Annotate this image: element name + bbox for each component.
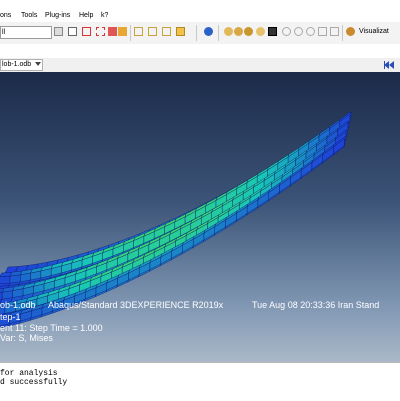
copy-viewport-icon[interactable] <box>68 27 77 36</box>
menu-bar: ons Tools Plug-ins Help k? <box>0 10 400 22</box>
select-region-icon[interactable] <box>96 27 105 36</box>
shaded-icon[interactable] <box>256 27 265 36</box>
menu-item-tools[interactable]: Tools <box>21 12 37 19</box>
mesh-element <box>0 275 11 285</box>
deformed-mesh-contour <box>0 111 353 329</box>
toolbar-separator <box>218 25 219 41</box>
viewport-info-step: tep-1 <box>0 312 21 322</box>
render-sphere-icon[interactable] <box>244 27 253 36</box>
whats-this-help-icon[interactable]: k? <box>101 12 108 19</box>
mesh-element <box>0 291 3 300</box>
zoom-icon[interactable] <box>318 27 327 36</box>
viewport-info-date: Tue Aug 08 20:33:36 Iran Stand <box>252 300 380 310</box>
jump-to-end-icon[interactable] <box>384 61 394 69</box>
redo-icon[interactable] <box>294 27 303 36</box>
combo-arrow-icon[interactable] <box>54 27 63 36</box>
chevron-down-icon[interactable] <box>35 62 41 66</box>
pan-icon[interactable] <box>306 27 315 36</box>
toolbar-separator <box>196 25 197 41</box>
menu-item-plugins[interactable]: Plug-ins <box>45 12 70 19</box>
render-sphere-icon[interactable] <box>234 27 243 36</box>
viewport-info-increment: ent 11: Step Time = 1.000 <box>0 323 103 333</box>
info-icon[interactable] <box>204 27 213 36</box>
module-combo[interactable]: ll <box>0 26 52 39</box>
toolbar-separator <box>342 25 343 41</box>
front-view-icon[interactable] <box>148 27 157 36</box>
box-view-icon[interactable] <box>118 27 127 36</box>
menu-item-help[interactable]: Help <box>79 12 93 19</box>
message-line: d successfully <box>0 378 68 387</box>
toolbar-separator <box>130 25 131 41</box>
query-icon[interactable] <box>108 27 117 36</box>
menu-item-options[interactable]: ons <box>0 12 11 19</box>
toolbar: ll Visualizat <box>0 22 400 45</box>
message-line: for analysis <box>0 369 58 378</box>
viewport-info-file: ob-1.odb <box>0 300 36 310</box>
render-sphere-icon[interactable] <box>224 27 233 36</box>
viewport-info-variable: Var: S, Mises <box>0 333 53 343</box>
viewport-info-solver: Abaqus/Standard 3DEXPERIENCE R2019x <box>48 300 224 310</box>
visualization-icon <box>346 27 355 36</box>
viewport-header <box>0 58 400 73</box>
tab-row <box>0 44 400 58</box>
viewport[interactable]: ob-1.odb Abaqus/Standard 3DEXPERIENCE R2… <box>0 72 400 362</box>
top-view-icon[interactable] <box>176 27 185 36</box>
fit-view-icon[interactable] <box>330 27 339 36</box>
message-area[interactable]: for analysis d successfully <box>0 362 400 401</box>
select-box-icon[interactable] <box>82 27 91 36</box>
visualization-module-label[interactable]: Visualizat <box>358 26 400 39</box>
iso-view-icon[interactable] <box>134 27 143 36</box>
pointer-icon[interactable] <box>268 27 277 36</box>
undo-icon[interactable] <box>282 27 291 36</box>
side-view-icon[interactable] <box>162 27 171 36</box>
